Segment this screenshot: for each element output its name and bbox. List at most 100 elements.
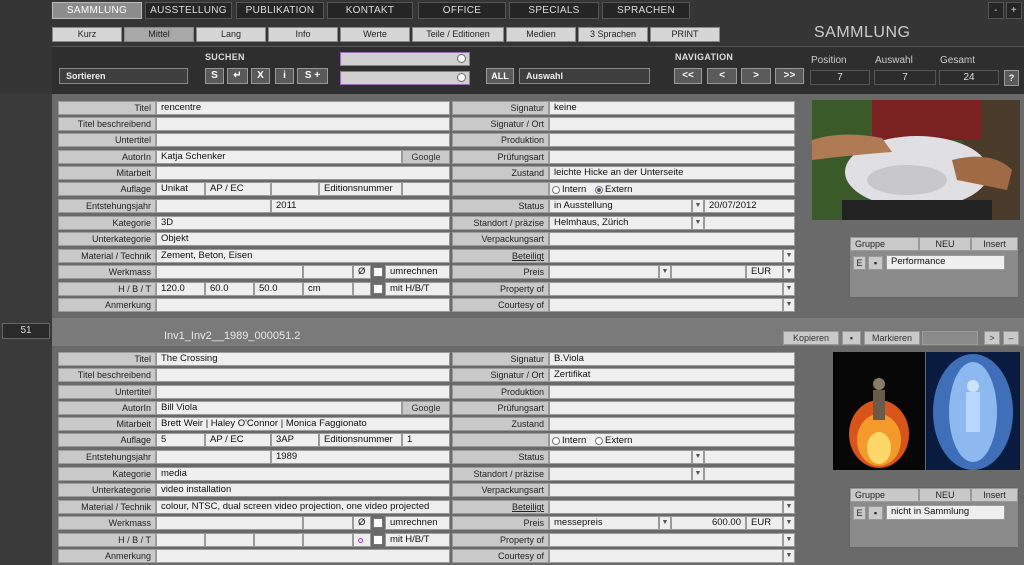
nav-kontakt[interactable]: KONTAKT bbox=[327, 2, 413, 19]
field-preis[interactable] bbox=[549, 265, 659, 279]
sort-button[interactable]: Sortieren bbox=[59, 68, 188, 84]
standort-dropdown-icon[interactable]: ▼ bbox=[692, 216, 704, 230]
radio-intern[interactable] bbox=[552, 186, 560, 194]
tab-teile-editionen[interactable]: Teile / Editionen bbox=[412, 27, 504, 42]
field-status-date[interactable]: 20/07/2012 bbox=[704, 199, 795, 213]
field-verpackungsart[interactable] bbox=[549, 232, 795, 246]
preis-dropdown-icon[interactable]: ▼ bbox=[659, 265, 671, 279]
umrechnen-checkbox[interactable] bbox=[373, 518, 383, 528]
field-autorin[interactable]: Bill Viola bbox=[156, 401, 402, 415]
field-editionsnummer[interactable]: 1 bbox=[402, 433, 450, 447]
field-signatur-ort[interactable]: Zertifikat bbox=[549, 368, 795, 382]
field-standort-2[interactable] bbox=[704, 216, 795, 230]
nav-sammlung[interactable]: SAMMLUNG bbox=[52, 2, 142, 19]
field-unit[interactable] bbox=[303, 533, 353, 547]
field-werkmass[interactable] bbox=[156, 265, 303, 279]
field-pruefungsart[interactable] bbox=[549, 150, 795, 164]
search-input-1[interactable] bbox=[340, 52, 470, 66]
all-button[interactable]: ALL bbox=[486, 68, 514, 84]
field-signatur[interactable]: B.Viola bbox=[549, 352, 795, 366]
radio-extern[interactable] bbox=[595, 186, 603, 194]
field-t[interactable] bbox=[254, 533, 303, 547]
field-status-date[interactable] bbox=[704, 450, 795, 464]
field-preis-value[interactable]: 600.00 bbox=[671, 516, 746, 530]
field-material[interactable]: colour, NTSC, dual screen video projecti… bbox=[156, 500, 450, 514]
gruppe-insert-button[interactable]: Insert bbox=[971, 488, 1018, 502]
field-auflage[interactable]: Unikat bbox=[156, 182, 205, 196]
minimize-button[interactable]: - bbox=[988, 2, 1004, 19]
field-entstehungsjahr-prefix[interactable] bbox=[156, 199, 271, 213]
field-entstehungsjahr[interactable]: 1989 bbox=[271, 450, 450, 464]
field-titel[interactable]: The Crossing bbox=[156, 352, 450, 366]
link-beteiligt[interactable]: Beteiligt bbox=[452, 249, 549, 263]
tab-werte[interactable]: Werte bbox=[340, 27, 410, 42]
currency-dropdown-icon[interactable]: ▼ bbox=[783, 265, 795, 279]
field-mitarbeit[interactable]: Brett Weir | Haley O'Connor | Monica Fag… bbox=[156, 417, 450, 431]
field-unit[interactable]: cm bbox=[303, 282, 353, 296]
record-next-button[interactable]: > bbox=[984, 331, 1000, 345]
markieren-button[interactable]: Markieren bbox=[864, 331, 920, 345]
tab-3-sprachen[interactable]: 3 Sprachen bbox=[578, 27, 648, 42]
nav-sprachen[interactable]: SPRACHEN bbox=[602, 2, 690, 19]
field-h[interactable] bbox=[156, 533, 205, 547]
field-titel-beschreibend[interactable] bbox=[156, 117, 450, 131]
field-kategorie[interactable]: 3D bbox=[156, 216, 450, 230]
link-beteiligt[interactable]: Beteiligt bbox=[452, 500, 549, 514]
standort-dropdown-icon[interactable]: ▼ bbox=[692, 467, 704, 481]
field-editionsnummer[interactable] bbox=[402, 182, 450, 196]
field-beteiligt[interactable] bbox=[549, 249, 783, 263]
auswahl-button[interactable]: Auswahl bbox=[519, 68, 650, 84]
field-zustand[interactable] bbox=[549, 417, 795, 431]
gruppe-insert-button[interactable]: Insert bbox=[971, 237, 1018, 251]
nav-ausstellung[interactable]: AUSSTELLUNG bbox=[145, 2, 232, 19]
field-beteiligt[interactable] bbox=[549, 500, 783, 514]
google-button[interactable]: Google bbox=[402, 150, 450, 164]
field-standort-2[interactable] bbox=[704, 467, 795, 481]
nav-next-button[interactable]: > bbox=[741, 68, 771, 84]
gruppe-menu-icon[interactable]: ▪ bbox=[868, 256, 883, 270]
field-zustand[interactable]: leichte Hicke an der Unterseite bbox=[549, 166, 795, 180]
search-input-2[interactable] bbox=[340, 71, 470, 85]
field-entstehungsjahr-prefix[interactable] bbox=[156, 450, 271, 464]
field-untertitel[interactable] bbox=[156, 133, 450, 147]
field-status[interactable] bbox=[549, 450, 692, 464]
gruppe-new-button[interactable]: NEU bbox=[919, 488, 971, 502]
kopieren-button[interactable]: Kopieren bbox=[783, 331, 839, 345]
tab-mittel[interactable]: Mittel bbox=[124, 27, 194, 42]
status-dropdown-icon[interactable]: ▼ bbox=[692, 450, 704, 464]
nav-prev-button[interactable]: < bbox=[707, 68, 737, 84]
field-werkmass-2[interactable] bbox=[303, 265, 353, 279]
field-standort[interactable]: Helmhaus, Zürich bbox=[549, 216, 692, 230]
field-titel[interactable]: rencentre bbox=[156, 101, 450, 115]
mit-hbt-checkbox[interactable] bbox=[373, 284, 383, 294]
tab-medien[interactable]: Medien bbox=[506, 27, 576, 42]
mit-hbt-checkbox[interactable] bbox=[373, 535, 383, 545]
umrechnen-checkbox[interactable] bbox=[373, 267, 383, 277]
courtesy-dropdown-icon[interactable]: ▼ bbox=[783, 549, 795, 563]
field-kategorie[interactable]: media bbox=[156, 467, 450, 481]
field-h[interactable]: 120.0 bbox=[156, 282, 205, 296]
nav-publikation[interactable]: PUBLIKATION bbox=[236, 2, 324, 19]
artwork-photo-2b[interactable] bbox=[926, 352, 1020, 470]
field-b[interactable] bbox=[205, 533, 254, 547]
tab-lang[interactable]: Lang bbox=[196, 27, 266, 42]
field-unterkategorie[interactable]: video installation bbox=[156, 483, 450, 497]
nav-first-button[interactable]: << bbox=[674, 68, 702, 84]
gruppe-value-2[interactable]: nicht in Sammlung bbox=[886, 505, 1005, 520]
gruppe-edit-button[interactable]: E bbox=[853, 506, 866, 520]
field-t[interactable]: 50.0 bbox=[254, 282, 303, 296]
field-pruefungsart[interactable] bbox=[549, 401, 795, 415]
field-courtesy-of[interactable] bbox=[549, 298, 783, 312]
field-ap-ec[interactable]: 3AP bbox=[271, 433, 319, 447]
nav-last-button[interactable]: >> bbox=[775, 68, 804, 84]
search-info-button[interactable]: i bbox=[275, 68, 294, 84]
artwork-photo-1[interactable] bbox=[812, 100, 1020, 220]
google-button[interactable]: Google bbox=[402, 401, 450, 415]
property-dropdown-icon[interactable]: ▼ bbox=[783, 533, 795, 547]
field-verpackungsart[interactable] bbox=[549, 483, 795, 497]
field-material[interactable]: Zement, Beton, Eisen bbox=[156, 249, 450, 263]
nav-office[interactable]: OFFICE bbox=[418, 2, 506, 19]
beteiligt-dropdown-icon[interactable]: ▼ bbox=[783, 249, 795, 263]
artwork-photo-2a[interactable] bbox=[833, 352, 925, 470]
tab-info[interactable]: Info bbox=[268, 27, 338, 42]
